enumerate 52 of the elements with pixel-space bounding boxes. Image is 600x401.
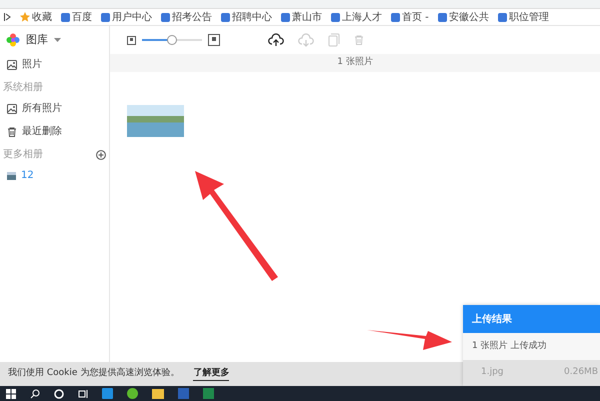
bookmark-link[interactable]: 职位管理 bbox=[508, 10, 549, 24]
sidebar-item[interactable]: 照片 bbox=[0, 54, 109, 75]
bookmark-link[interactable]: 招聘中心 bbox=[232, 10, 272, 24]
image-icon bbox=[7, 60, 17, 70]
bookmark-link[interactable]: 首页 - bbox=[402, 10, 429, 24]
site-icon bbox=[498, 12, 507, 22]
site-icon bbox=[438, 12, 447, 22]
bookmark-link[interactable]: 百度 bbox=[72, 10, 92, 24]
site-icon bbox=[161, 12, 170, 22]
site-icon bbox=[331, 12, 340, 22]
learn-more-link[interactable]: 了解更多 bbox=[193, 366, 230, 382]
section-header: 系统相册 bbox=[3, 80, 43, 95]
photo-count: 1 张照片 bbox=[337, 56, 373, 70]
panel-title: 上传结果 bbox=[472, 312, 512, 326]
site-icon bbox=[61, 12, 70, 22]
file-name: 1.jpg bbox=[481, 366, 504, 380]
album-thumbnail bbox=[7, 172, 16, 180]
bookmark-link[interactable]: 上海人才 bbox=[342, 10, 382, 24]
bookmark-link[interactable]: 安徽公共 bbox=[448, 10, 489, 24]
image-icon bbox=[7, 104, 17, 114]
circle-icon[interactable] bbox=[54, 388, 64, 398]
bookmark-link[interactable]: 萧山市 bbox=[292, 10, 322, 24]
slider-thumb[interactable] bbox=[167, 35, 177, 45]
file-size: 0.26MB bbox=[564, 366, 598, 380]
app-title[interactable]: 图库 bbox=[26, 32, 48, 48]
browser-icon[interactable] bbox=[127, 388, 138, 399]
windows-icon[interactable] bbox=[6, 388, 16, 398]
flower-logo-icon bbox=[6, 33, 20, 47]
sidebar-item[interactable]: 最近删除 bbox=[0, 121, 109, 142]
large-size-icon bbox=[208, 34, 220, 46]
bookmark-link[interactable]: 招考公告 bbox=[172, 10, 212, 24]
sidebar-item[interactable]: 所有照片 bbox=[0, 98, 109, 119]
album-item[interactable]: 12 bbox=[0, 165, 109, 186]
bookmark-link[interactable]: 收藏 bbox=[32, 10, 52, 24]
site-icon bbox=[391, 12, 400, 22]
small-size-icon bbox=[127, 36, 136, 44]
star-icon bbox=[20, 12, 30, 22]
sidebar-toggle-icon[interactable] bbox=[4, 13, 11, 21]
cookie-notice: 我们使用 Cookie 为您提供高速浏览体验。 bbox=[8, 367, 180, 380]
add-icon[interactable] bbox=[96, 150, 106, 160]
upload-summary: 1 张照片 上传成功 bbox=[472, 340, 546, 353]
site-icon bbox=[281, 12, 290, 22]
search-icon[interactable] bbox=[30, 388, 40, 398]
site-icon bbox=[221, 12, 230, 22]
trash-icon bbox=[7, 126, 17, 136]
section-header: 更多相册 bbox=[3, 148, 43, 162]
task-view-icon[interactable] bbox=[78, 388, 88, 398]
caret-icon[interactable] bbox=[54, 38, 61, 42]
bookmark-link[interactable]: 用户中心 bbox=[112, 10, 152, 24]
site-icon bbox=[101, 12, 110, 22]
photo-placeholder[interactable] bbox=[127, 105, 184, 137]
cloud-upload-icon[interactable] bbox=[268, 33, 284, 47]
